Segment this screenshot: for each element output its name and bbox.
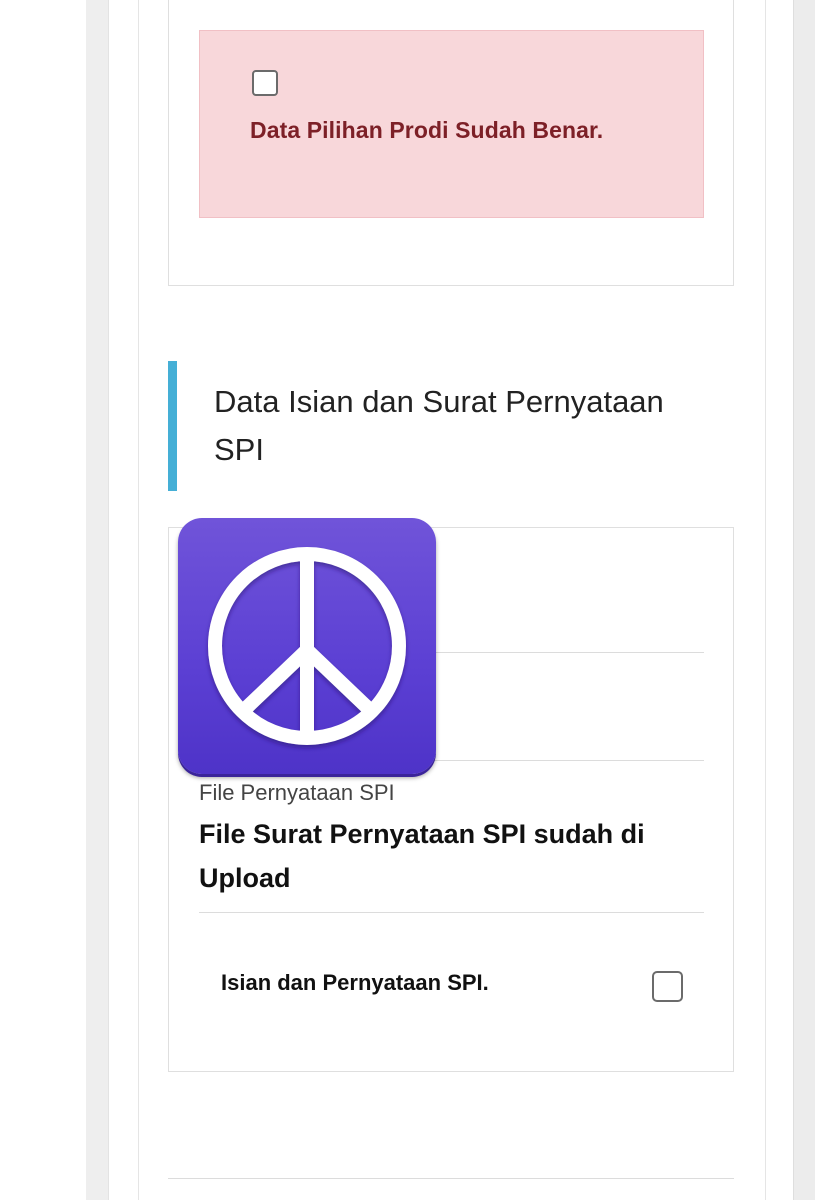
file-label: File Pernyataan SPI: [199, 780, 395, 805]
prodi-confirmation-checkbox[interactable]: [252, 70, 278, 96]
bottom-divider: [168, 1178, 734, 1179]
agreement-checkbox[interactable]: [652, 971, 683, 1002]
right-border-strip[interactable]: [793, 0, 815, 1200]
left-border-strip: [86, 0, 109, 1200]
peace-icon: [208, 547, 406, 745]
left-gutter: [0, 0, 86, 1200]
agreement-label: Isian dan Pernyataan SPI.: [221, 970, 489, 995]
prodi-confirmation-label: Data Pilihan Prodi Sudah Benar.: [250, 117, 604, 143]
file-status: File Surat Pernyataan SPI sudah di Uploa…: [199, 819, 645, 893]
peace-app-icon[interactable]: [178, 518, 436, 774]
section-title: Data Isian dan Surat Pernyataan SPI: [214, 384, 664, 467]
divider: [199, 912, 704, 913]
prodi-confirmation-alert: Data Pilihan Prodi Sudah Benar.: [199, 30, 704, 218]
section-accent-bar: [168, 361, 177, 491]
